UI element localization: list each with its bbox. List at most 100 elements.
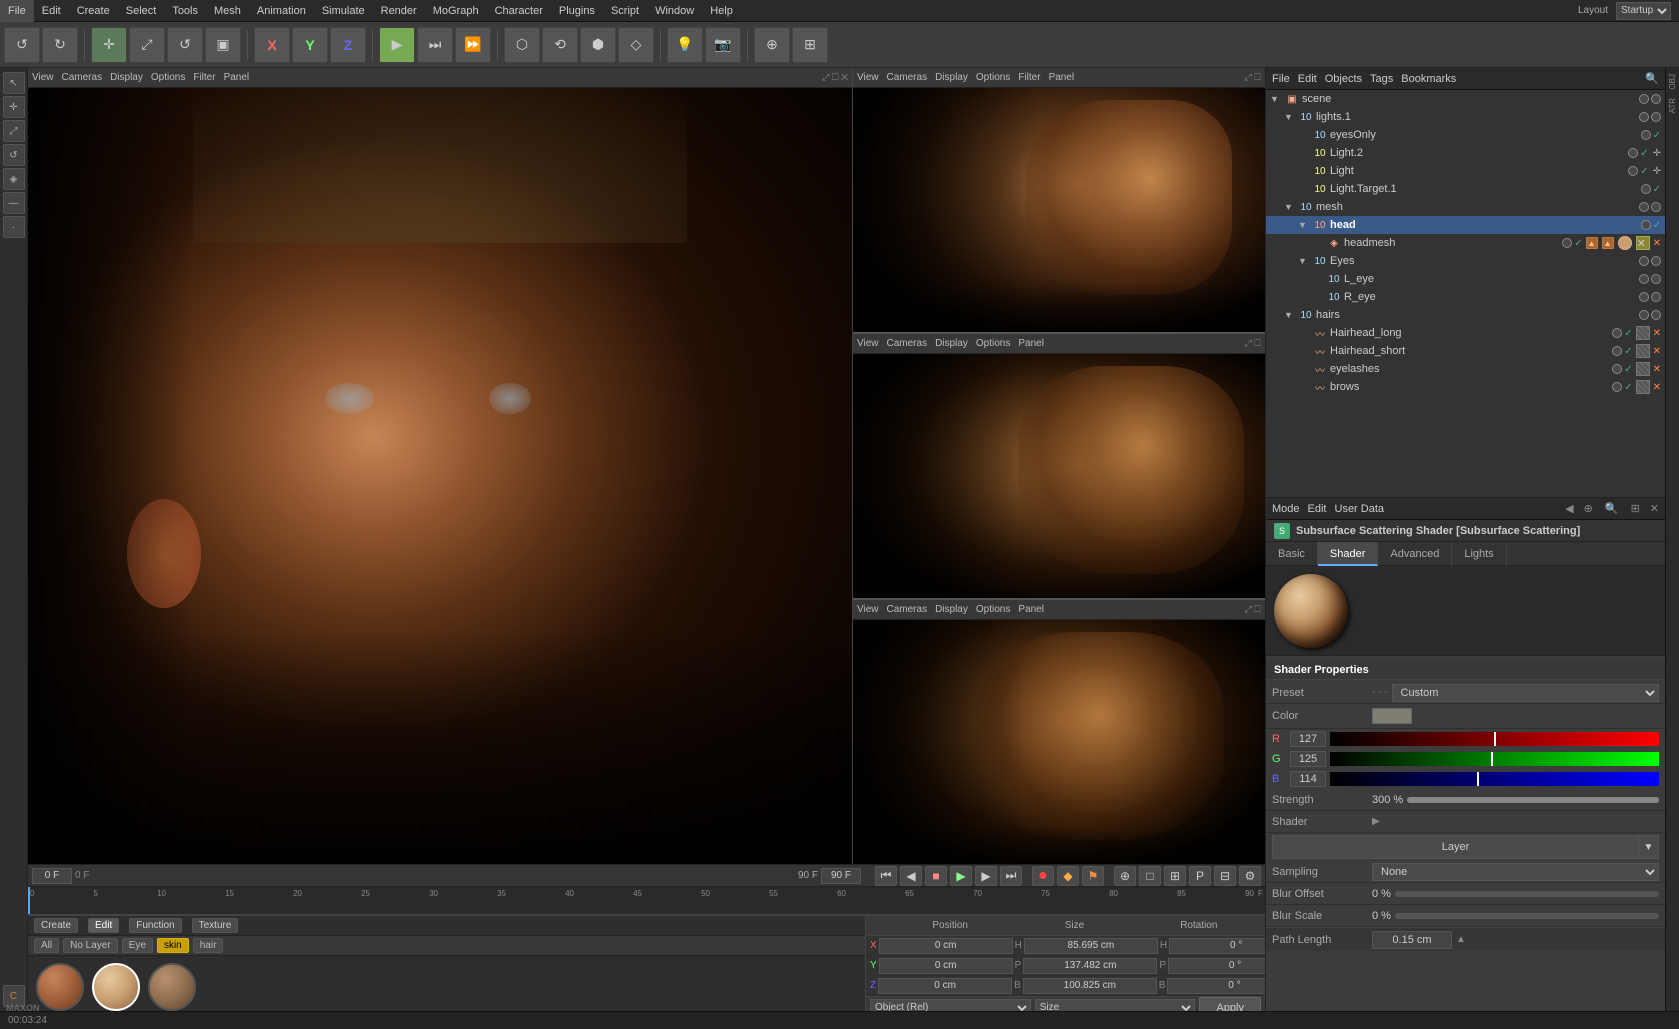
obj-lighttarget1[interactable]: ▶ 10 Light.Target.1 ✓ (1266, 180, 1665, 198)
attr-mode[interactable]: Mode (1272, 503, 1300, 515)
move-tool[interactable]: ✛ (91, 27, 127, 63)
vp-mr-panel[interactable]: Panel (1018, 338, 1044, 349)
viewport-main[interactable]: View Cameras Display Options Filter Pane… (28, 68, 853, 864)
nurbs-tool[interactable]: ◇ (618, 27, 654, 63)
obj-brows-tag[interactable] (1636, 380, 1650, 394)
workspace-tool[interactable]: ⊞ (792, 27, 828, 63)
obj-hairhead-long[interactable]: ▶ 〰 Hairhead_long ✓ ✕ (1266, 324, 1665, 342)
rst-attr[interactable]: ATR (1666, 96, 1679, 115)
lt-move[interactable]: ✛ (3, 96, 25, 118)
mat-tab-texture[interactable]: Texture (192, 918, 239, 933)
vp-tr-cameras[interactable]: Cameras (887, 72, 928, 83)
vp-mr-options[interactable]: Options (976, 338, 1010, 349)
viewport-bot-right[interactable]: View Cameras Display Options Panel ⤢ ☐ (853, 600, 1265, 864)
tl-settings6[interactable]: ⚙ (1239, 866, 1261, 886)
obj-head[interactable]: ▼ 10 head ✓ (1266, 216, 1665, 234)
vp-tr-render[interactable] (853, 88, 1265, 332)
psr-pos-z[interactable] (878, 978, 1012, 994)
render-active[interactable]: ⏭ (417, 27, 453, 63)
tab-shader[interactable]: Shader (1318, 542, 1378, 566)
snap-tool[interactable]: ⊕ (754, 27, 790, 63)
obj-headmesh[interactable]: ▶ ◈ headmesh ✓ ▲ ▲ ✕ ✕ (1266, 234, 1665, 252)
lt-scale[interactable]: ⤢ (3, 120, 25, 142)
attr-icon1[interactable]: ◀ (1565, 502, 1573, 515)
vp-br-render[interactable] (853, 620, 1265, 864)
undo-btn[interactable]: ↺ (4, 27, 40, 63)
menu-create[interactable]: Create (69, 0, 118, 22)
mat-tab-create[interactable]: Create (34, 918, 78, 933)
timeline-track[interactable]: 0 5 10 15 20 25 30 35 (28, 887, 1265, 914)
obj-lights1[interactable]: ▼ 10 lights.1 (1266, 108, 1665, 126)
tl-keyframe[interactable]: ◆ (1057, 866, 1079, 886)
menu-file[interactable]: File (0, 0, 34, 22)
blur-scale-slider[interactable] (1395, 913, 1659, 919)
path-length-input[interactable]: 0.15 cm (1372, 931, 1452, 949)
obj-mesh-group[interactable]: ▼ 10 mesh (1266, 198, 1665, 216)
vp-main-cameras[interactable]: Cameras (62, 72, 103, 83)
obj-eyesonly[interactable]: ▶ 10 eyesOnly ✓ (1266, 126, 1665, 144)
menu-mograph[interactable]: MoGraph (425, 0, 487, 22)
color-swatch[interactable] (1372, 708, 1412, 724)
menu-mesh[interactable]: Mesh (206, 0, 249, 22)
attr-icon2[interactable]: ⊕ (1584, 502, 1593, 515)
obj-hairs-group[interactable]: ▼ 10 hairs (1266, 306, 1665, 324)
obj-reye[interactable]: ▶ 10 R_eye (1266, 288, 1665, 306)
mat-tab-function[interactable]: Function (129, 918, 181, 933)
obj-leye[interactable]: ▶ 10 L_eye (1266, 270, 1665, 288)
vp-main-panel[interactable]: Panel (224, 72, 250, 83)
attr-userdata[interactable]: User Data (1335, 503, 1385, 515)
vp-tr-options[interactable]: Options (976, 72, 1010, 83)
menu-window[interactable]: Window (647, 0, 702, 22)
vp-br-display[interactable]: Display (935, 604, 968, 615)
tl-settings2[interactable]: □ (1139, 866, 1161, 886)
psr-size-x[interactable] (1024, 938, 1158, 954)
g-color-bar[interactable] (1330, 752, 1659, 766)
lt-rotate[interactable]: ↺ (3, 144, 25, 166)
tl-settings4[interactable]: P (1189, 866, 1211, 886)
light-tool[interactable]: 💡 (667, 27, 703, 63)
menu-plugins[interactable]: Plugins (551, 0, 603, 22)
vp-tr-display[interactable]: Display (935, 72, 968, 83)
rst-obj[interactable]: OBJ (1666, 72, 1679, 92)
tl-goto-start[interactable]: ⏮ (875, 866, 897, 886)
layout-select[interactable]: Startup (1616, 2, 1671, 20)
attr-edit[interactable]: Edit (1308, 503, 1327, 515)
vp-mr-render[interactable] (853, 354, 1265, 598)
obj-brows[interactable]: ▶ 〰 brows ✓ ✕ (1266, 378, 1665, 396)
menu-render[interactable]: Render (373, 0, 425, 22)
path-length-arrow[interactable]: ▲ (1456, 934, 1466, 945)
filter-skin[interactable]: skin (157, 938, 189, 953)
b-value-input[interactable]: 114 (1290, 771, 1326, 787)
viewport-mid-right[interactable]: View Cameras Display Options Panel ⤢ ☐ (853, 334, 1265, 600)
menu-help[interactable]: Help (702, 0, 741, 22)
lt-poly[interactable]: ◈ (3, 168, 25, 190)
vp-tr-filter[interactable]: Filter (1018, 72, 1040, 83)
camera-tool[interactable]: 📷 (705, 27, 741, 63)
preset-select[interactable]: Custom (1392, 684, 1659, 702)
lt-select[interactable]: ↖ (3, 72, 25, 94)
menu-tools[interactable]: Tools (164, 0, 206, 22)
psr-size-y[interactable] (1023, 958, 1157, 974)
attr-icon4[interactable]: ⊞ (1631, 502, 1640, 515)
g-value-input[interactable]: 125 (1290, 751, 1326, 767)
obj-eyelashes-tag[interactable] (1636, 362, 1650, 376)
filter-nolayer[interactable]: No Layer (63, 938, 118, 953)
tab-lights[interactable]: Lights (1452, 542, 1506, 566)
sampling-select[interactable]: None (1372, 863, 1659, 881)
menu-script[interactable]: Script (603, 0, 647, 22)
obj-light[interactable]: ▶ 10 Light ✓ ✛ (1266, 162, 1665, 180)
menu-simulate[interactable]: Simulate (314, 0, 373, 22)
lt-edge[interactable]: — (3, 192, 25, 214)
psr-pos-y[interactable] (879, 958, 1013, 974)
tl-settings1[interactable]: ⊕ (1114, 866, 1136, 886)
layer-btn[interactable]: ▼ (1638, 836, 1658, 858)
omh-file[interactable]: File (1272, 73, 1290, 85)
attr-icon3[interactable]: 🔍 (1605, 502, 1619, 515)
obj-light2[interactable]: ▶ 10 Light.2 ✓ ✛ (1266, 144, 1665, 162)
obj-headmesh-mat1[interactable] (1618, 236, 1632, 250)
timeline-end-input[interactable] (821, 868, 861, 884)
timeline-start-input[interactable] (32, 868, 72, 884)
attr-icon5[interactable]: ✕ (1650, 502, 1659, 515)
obj-hairhead-long-tag[interactable] (1636, 326, 1650, 340)
y-axis[interactable]: Y (292, 27, 328, 63)
